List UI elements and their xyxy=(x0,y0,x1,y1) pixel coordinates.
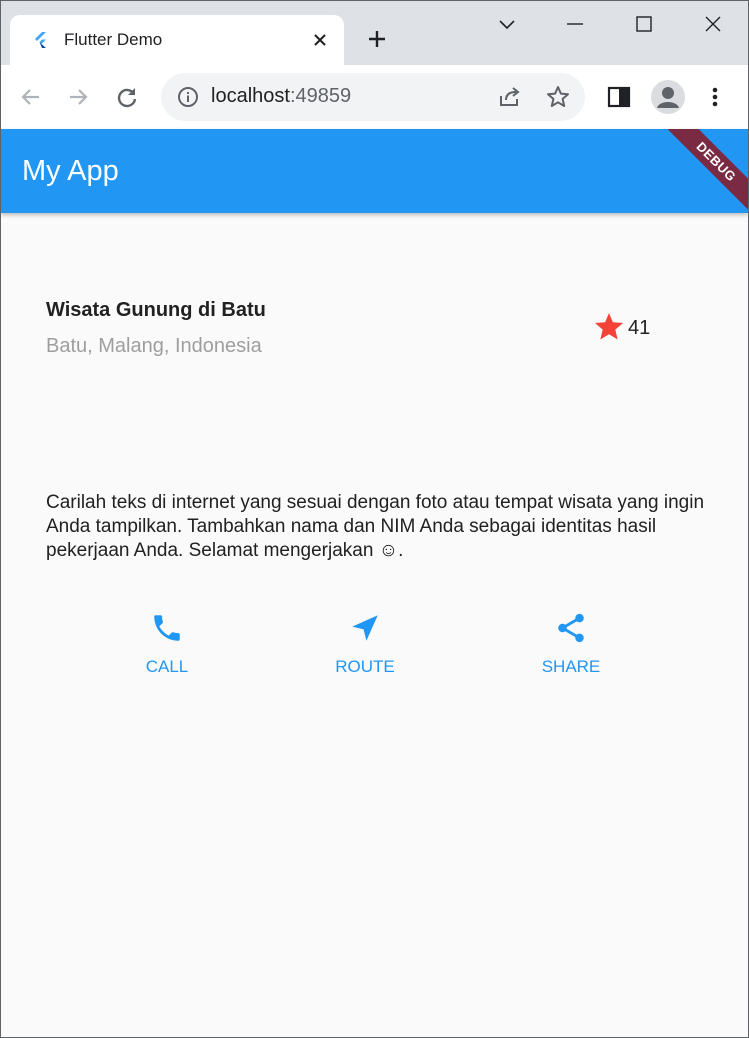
star-icon xyxy=(595,313,623,340)
tab-flutter-demo[interactable]: Flutter Demo xyxy=(10,15,344,65)
plus-icon[interactable] xyxy=(365,27,389,51)
arrow-right-icon[interactable] xyxy=(64,83,92,111)
place-location: Batu, Malang, Indonesia xyxy=(46,335,262,357)
maximize-icon[interactable] xyxy=(631,11,657,37)
kebab-menu-icon[interactable] xyxy=(701,83,729,111)
address-bar[interactable]: localhost:49859 xyxy=(161,73,585,121)
route-button[interactable]: ROUTE xyxy=(305,611,425,677)
url-host: localhost xyxy=(211,85,290,107)
browser-toolbar: localhost:49859 xyxy=(1,65,748,129)
person-icon xyxy=(657,87,679,108)
navigation-icon xyxy=(352,615,378,641)
reload-icon[interactable] xyxy=(113,83,141,111)
share-label: SHARE xyxy=(541,657,601,676)
close-icon[interactable] xyxy=(310,30,330,50)
app-title: My App xyxy=(22,155,119,187)
call-label: CALL xyxy=(145,657,189,676)
share-page-icon[interactable] xyxy=(497,84,523,110)
share-button[interactable]: SHARE xyxy=(511,611,631,677)
app-bar: My App DEBUG xyxy=(1,129,748,213)
close-window-icon[interactable] xyxy=(700,11,726,37)
flutter-logo-icon xyxy=(35,32,46,48)
star-outline-icon[interactable] xyxy=(545,84,571,110)
phone-icon xyxy=(154,615,180,641)
browser-window: Flutter Demo localhost:49859 My App DEBU… xyxy=(0,0,749,1038)
url-port: :49859 xyxy=(289,85,352,107)
chevron-down-icon[interactable] xyxy=(494,11,520,37)
arrow-left-icon[interactable] xyxy=(17,83,45,111)
call-button[interactable]: CALL xyxy=(107,611,227,677)
share-icon xyxy=(558,613,584,643)
info-icon[interactable] xyxy=(177,86,199,108)
side-panel-icon[interactable] xyxy=(605,83,633,111)
debug-banner: DEBUG xyxy=(655,129,748,213)
app-body: Wisata Gunung di Batu Batu, Malang, Indo… xyxy=(1,213,748,1037)
tab-strip: Flutter Demo xyxy=(1,1,748,65)
place-title: Wisata Gunung di Batu xyxy=(46,299,266,321)
route-label: ROUTE xyxy=(335,657,395,676)
rating-count: 41 xyxy=(628,317,651,339)
minimize-icon[interactable] xyxy=(562,11,588,37)
description-text: Carilah teks di internet yang sesuai den… xyxy=(46,492,705,561)
tab-title: Flutter Demo xyxy=(64,30,163,49)
profile-avatar[interactable] xyxy=(651,80,685,114)
url-text[interactable]: localhost:49859 xyxy=(211,85,351,108)
